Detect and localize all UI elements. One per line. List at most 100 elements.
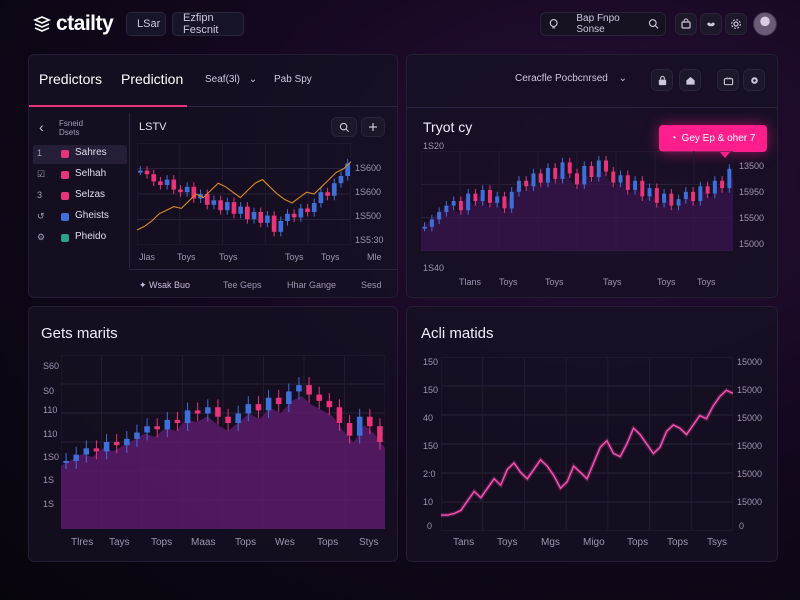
sidebar-item[interactable]: ↺ Gheists — [33, 208, 127, 227]
search-icon[interactable] — [648, 18, 659, 30]
candle-body — [538, 173, 543, 183]
panel-title: Tryot cy — [423, 119, 473, 135]
sidebar-item[interactable]: ⚙ Pheido — [33, 229, 127, 248]
cta-button[interactable]: ◔ Gey Ep & oher 7 — [659, 125, 767, 152]
user-avatar[interactable] — [753, 12, 777, 36]
y-tick: 0 — [427, 521, 433, 531]
footer-tab[interactable]: ✦ Wsak Buo — [139, 280, 190, 291]
legend-swatch — [61, 171, 69, 179]
candle-body — [691, 191, 696, 201]
footer-divider — [129, 269, 397, 270]
x-tick: Toys — [499, 277, 518, 287]
candle-body — [553, 167, 558, 179]
candle-body — [625, 175, 630, 190]
candle-body — [134, 432, 140, 439]
candle-body — [683, 191, 688, 200]
footer-tab[interactable]: Hhar Gange — [287, 280, 336, 290]
candle-body — [633, 180, 638, 190]
x-tick: Tans — [453, 537, 475, 548]
candle-body — [318, 192, 324, 203]
x-tick: Mle — [367, 252, 382, 262]
candle-body — [215, 407, 221, 417]
series-line — [441, 389, 733, 516]
candle-body — [245, 206, 250, 220]
candle-body — [255, 404, 262, 411]
candle-body — [251, 212, 257, 220]
period-dropdown[interactable]: Seaf(3l) ⌄ — [205, 74, 257, 85]
candle-body — [727, 168, 732, 189]
brand-name: ctailty — [56, 12, 114, 35]
candle-body — [103, 442, 110, 452]
sidebar-item-icon: 3 — [37, 190, 43, 200]
y-tick: 1S5:30 — [355, 235, 384, 245]
candle-body — [164, 179, 170, 185]
zoom-search-icon[interactable] — [331, 117, 357, 137]
x-tick: Tlans — [459, 277, 482, 287]
sidebar-item[interactable]: ☑ Selhah — [33, 166, 127, 185]
candle-body — [218, 200, 223, 211]
candle-body — [545, 167, 550, 183]
tab-predictors[interactable]: Predictors — [39, 71, 102, 87]
y-tick: 15000 — [739, 239, 765, 249]
chat-bubble-icon: ◔ — [670, 133, 677, 144]
legend-swatch — [61, 213, 69, 221]
x-tick: Toys — [219, 252, 238, 262]
nav-button-1[interactable]: LSar — [126, 12, 166, 36]
footer-tab[interactable]: Tee Geps — [223, 280, 262, 290]
y-tick: 1S40 — [423, 263, 445, 273]
sidebar-item-label: Pheido — [75, 231, 107, 242]
candle-body — [211, 200, 217, 205]
chevron-down-icon: ⌄ — [618, 73, 627, 84]
candle-body — [705, 186, 710, 194]
candle-body — [73, 454, 79, 461]
candle-body — [458, 201, 463, 211]
predictors-chart — [137, 143, 351, 245]
x-tick: Tlres — [71, 537, 94, 548]
candle-body — [231, 202, 237, 214]
candle-body — [495, 196, 500, 203]
active-tab-underline — [29, 105, 187, 107]
add-plus-icon[interactable] — [361, 117, 385, 137]
bird-icon[interactable] — [700, 13, 722, 35]
sidebar-item-icon: 1 — [37, 148, 43, 158]
candle-body — [676, 199, 681, 206]
y-tick: S60 — [43, 361, 60, 371]
candle-body — [245, 404, 252, 414]
tab-prediction[interactable]: Prediction — [121, 71, 183, 87]
footer-tab[interactable]: Sesd — [361, 280, 382, 290]
x-tick: Tays — [109, 537, 130, 548]
sort-label[interactable]: Pab Spy — [274, 74, 312, 85]
candle-body — [589, 166, 594, 178]
nav-button-2[interactable]: Ezfipn Fescnit — [172, 12, 244, 36]
lock-icon[interactable] — [651, 69, 673, 91]
candle-body — [669, 193, 674, 206]
briefcase-icon[interactable] — [717, 69, 739, 91]
candle-body — [205, 407, 211, 414]
y-tick: 110 — [43, 405, 58, 415]
x-tick: Tops — [235, 537, 257, 548]
top-bar: ctailty LSar Ezfipn Fescnit Bap Fnpo Son… — [0, 0, 800, 48]
bag-icon[interactable] — [675, 13, 697, 35]
sidebar-item[interactable]: 1 Sahres — [33, 145, 127, 164]
range-dropdown[interactable]: Ceracfle Pocbcnrsed ⌄ — [515, 73, 627, 84]
search-input[interactable]: Bap Fnpo Sonse — [540, 12, 666, 36]
back-chevron-icon[interactable]: ‹ — [39, 119, 44, 135]
candle-body — [275, 397, 282, 405]
brand-logo[interactable]: ctailty — [32, 12, 114, 36]
home-icon[interactable] — [679, 69, 701, 91]
candle-body — [647, 188, 652, 197]
candle-body — [422, 226, 427, 229]
y-tick: 15500 — [739, 213, 765, 223]
x-tick: Jlas — [139, 252, 156, 262]
y-tick: 1S600 — [355, 187, 382, 197]
y-tick: 150 — [423, 441, 439, 451]
candle-body — [346, 423, 353, 436]
candle-body — [604, 160, 609, 172]
candle-body — [93, 448, 100, 452]
settings-icon[interactable] — [725, 13, 747, 35]
y-tick: 1S — [43, 499, 55, 509]
settings-gear-icon[interactable] — [743, 69, 765, 91]
candle-body — [367, 416, 373, 427]
candle-body — [224, 202, 230, 211]
sidebar-item[interactable]: 3 Selzas — [33, 187, 127, 206]
